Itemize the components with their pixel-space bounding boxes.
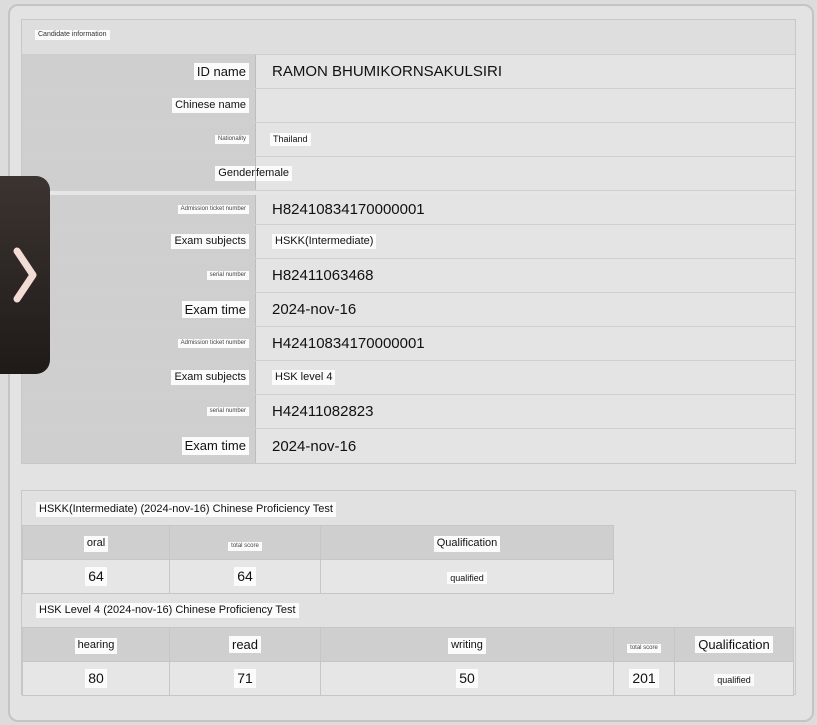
candidate-info-panel: Candidate information ID name RAMON BHUM… bbox=[21, 19, 796, 464]
row-time-1: Exam time 2024-nov-16 bbox=[22, 293, 795, 327]
hsk-total-header: total score bbox=[627, 643, 661, 653]
hskk-qualification-value: qualified bbox=[447, 571, 487, 585]
candidate-info-title: Candidate information bbox=[35, 30, 110, 41]
nationality-value: Thailand bbox=[270, 133, 311, 146]
hsk-qualification-header: Qualification bbox=[695, 635, 773, 654]
row-nationality: Nationality Thailand bbox=[22, 123, 795, 157]
row-admission-1: Admission ticket number H824108341700000… bbox=[22, 191, 795, 225]
hskk-oral-header: oral bbox=[83, 536, 109, 552]
admission-2-value: H42410834170000001 bbox=[272, 335, 425, 352]
hsk-score-table: hearing read writing total score Qualifi… bbox=[22, 627, 794, 696]
row-subjects-2: Exam subjects HSK level 4 bbox=[22, 361, 795, 395]
serial-1-value: H82411063468 bbox=[272, 267, 374, 284]
candidate-info-header: Candidate information bbox=[22, 20, 795, 55]
chevron-right-icon bbox=[12, 245, 38, 305]
side-panel-toggle[interactable] bbox=[0, 176, 50, 374]
row-time-2: Exam time 2024-nov-16 bbox=[22, 429, 795, 463]
scores-panel: HSKK(Intermediate) (2024-nov-16) Chinese… bbox=[21, 490, 796, 696]
gender-label: Gender bbox=[215, 165, 255, 182]
row-id-name: ID name RAMON BHUMIKORNSAKULSIRI bbox=[22, 55, 795, 89]
hsk-qualification-value: qualified bbox=[714, 673, 754, 687]
admission-1-value: H82410834170000001 bbox=[272, 201, 425, 218]
subjects-2-label: Exam subjects bbox=[171, 369, 249, 386]
row-serial-1: serial number H82411063468 bbox=[22, 259, 795, 293]
subjects-1-value: HSKK(Intermediate) bbox=[272, 233, 377, 250]
time-1-label: Exam time bbox=[181, 300, 249, 319]
nationality-label: Nationality bbox=[214, 134, 249, 145]
hskk-score-table: oral total score Qualification 64 64 qua… bbox=[22, 525, 614, 594]
hskk-total-value: 64 bbox=[234, 567, 256, 586]
time-1-value: 2024-nov-16 bbox=[272, 301, 357, 318]
hskk-oral-value: 64 bbox=[85, 567, 107, 586]
hsk-hearing-value: 80 bbox=[85, 669, 107, 688]
serial-1-label: serial number bbox=[206, 270, 249, 281]
row-chinese-name: Chinese name bbox=[22, 89, 795, 123]
admission-2-label: Admission ticket number bbox=[177, 338, 249, 349]
hsk-hearing-header: hearing bbox=[74, 638, 118, 654]
hskk-test-title: HSKK(Intermediate) (2024-nov-16) Chinese… bbox=[36, 502, 336, 518]
hsk-read-value: 71 bbox=[234, 669, 256, 688]
id-name-label: ID name bbox=[193, 62, 249, 81]
gender-value: female bbox=[256, 165, 293, 182]
hsk-writing-value: 50 bbox=[456, 669, 478, 688]
hskk-value-row: 64 64 qualified bbox=[22, 559, 614, 594]
hsk-value-row: 80 71 50 201 qualified bbox=[22, 661, 794, 696]
hsk-test-title: HSK Level 4 (2024-nov-16) Chinese Profic… bbox=[36, 603, 299, 619]
row-gender: Gender female bbox=[22, 157, 795, 191]
hskk-total-header: total score bbox=[228, 541, 262, 551]
serial-2-value: H42411082823 bbox=[272, 403, 374, 420]
admission-1-label: Admission ticket number bbox=[177, 204, 249, 215]
time-2-label: Exam time bbox=[181, 437, 249, 455]
time-2-value: 2024-nov-16 bbox=[272, 437, 357, 455]
subjects-2-value: HSK level 4 bbox=[272, 369, 336, 386]
row-subjects-1: Exam subjects HSKK(Intermediate) bbox=[22, 225, 795, 259]
row-admission-2: Admission ticket number H424108341700000… bbox=[22, 327, 795, 361]
hsk-header-row: hearing read writing total score Qualifi… bbox=[22, 627, 794, 662]
hskk-qualification-header: Qualification bbox=[433, 536, 501, 552]
hsk-total-value: 201 bbox=[629, 669, 659, 688]
hskk-header-row: oral total score Qualification bbox=[22, 525, 614, 560]
subjects-1-label: Exam subjects bbox=[171, 233, 249, 250]
hsk-writing-header: writing bbox=[448, 638, 486, 654]
hsk-read-header: read bbox=[228, 635, 262, 654]
chinese-name-label: Chinese name bbox=[172, 97, 249, 114]
serial-2-label: serial number bbox=[206, 406, 249, 417]
id-name-value: RAMON BHUMIKORNSAKULSIRI bbox=[272, 63, 503, 80]
row-serial-2: serial number H42411082823 bbox=[22, 395, 795, 429]
results-page: Candidate information ID name RAMON BHUM… bbox=[0, 0, 817, 725]
